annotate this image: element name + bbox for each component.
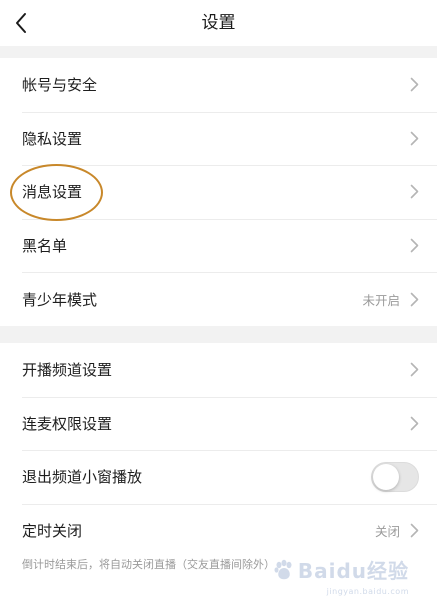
timer-off-row[interactable]: 定时关闭 关闭 <box>0 503 437 558</box>
row-label: 帐号与安全 <box>22 76 98 95</box>
broadcast-channel-settings-row[interactable]: 开播频道设置 <box>0 343 437 397</box>
privacy-settings-row[interactable]: 隐私设置 <box>0 111 437 166</box>
row-label: 隐私设置 <box>22 129 83 148</box>
row-label: 开播频道设置 <box>22 361 113 380</box>
chevron-right-icon <box>410 77 419 92</box>
account-security-row[interactable]: 帐号与安全 <box>0 58 437 112</box>
teen-mode-row[interactable]: 青少年模式 未开启 <box>0 272 437 326</box>
chevron-right-icon <box>410 416 419 431</box>
baidu-jingyan-watermark: Baidu经验 jingyan.baidu.com <box>273 555 409 596</box>
watermark-text: Baidu经验 <box>297 559 409 583</box>
chevron-right-icon <box>410 362 419 377</box>
message-settings-row[interactable]: 消息设置 <box>0 165 437 219</box>
mic-link-permission-row[interactable]: 连麦权限设置 <box>0 396 437 451</box>
chevron-right-icon <box>410 523 419 538</box>
chevron-right-icon <box>410 292 419 306</box>
blacklist-row[interactable]: 黑名单 <box>0 218 437 273</box>
row-label: 退出频道小窗播放 <box>22 468 143 487</box>
mini-window-playback-row: 退出频道小窗播放 <box>0 450 437 504</box>
chevron-right-icon <box>410 131 419 146</box>
timer-off-status: 关闭 <box>374 523 400 539</box>
settings-group-account: 帐号与安全 隐私设置 消息设置 黑名单 青少年模式 未开启 <box>0 58 437 326</box>
paw-logo-icon <box>274 559 292 579</box>
row-label: 黑名单 <box>22 237 68 256</box>
toggle-knob <box>373 463 399 490</box>
top-bar: 设置 <box>0 0 437 46</box>
watermark-subtext: jingyan.baidu.com <box>326 587 409 596</box>
mini-window-playback-toggle[interactable] <box>371 461 419 492</box>
row-label: 青少年模式 <box>22 290 98 309</box>
row-label: 连麦权限设置 <box>22 414 113 433</box>
row-label: 定时关闭 <box>22 521 83 540</box>
teen-mode-status: 未开启 <box>362 292 400 308</box>
page-title: 设置 <box>201 13 236 33</box>
settings-page: 设置 帐号与安全 隐私设置 消息设置 黑名单 青少年模式 未开启 开播频道设置 <box>0 0 437 600</box>
chevron-right-icon <box>410 238 419 253</box>
chevron-right-icon <box>410 185 419 199</box>
row-label: 消息设置 <box>22 183 83 202</box>
